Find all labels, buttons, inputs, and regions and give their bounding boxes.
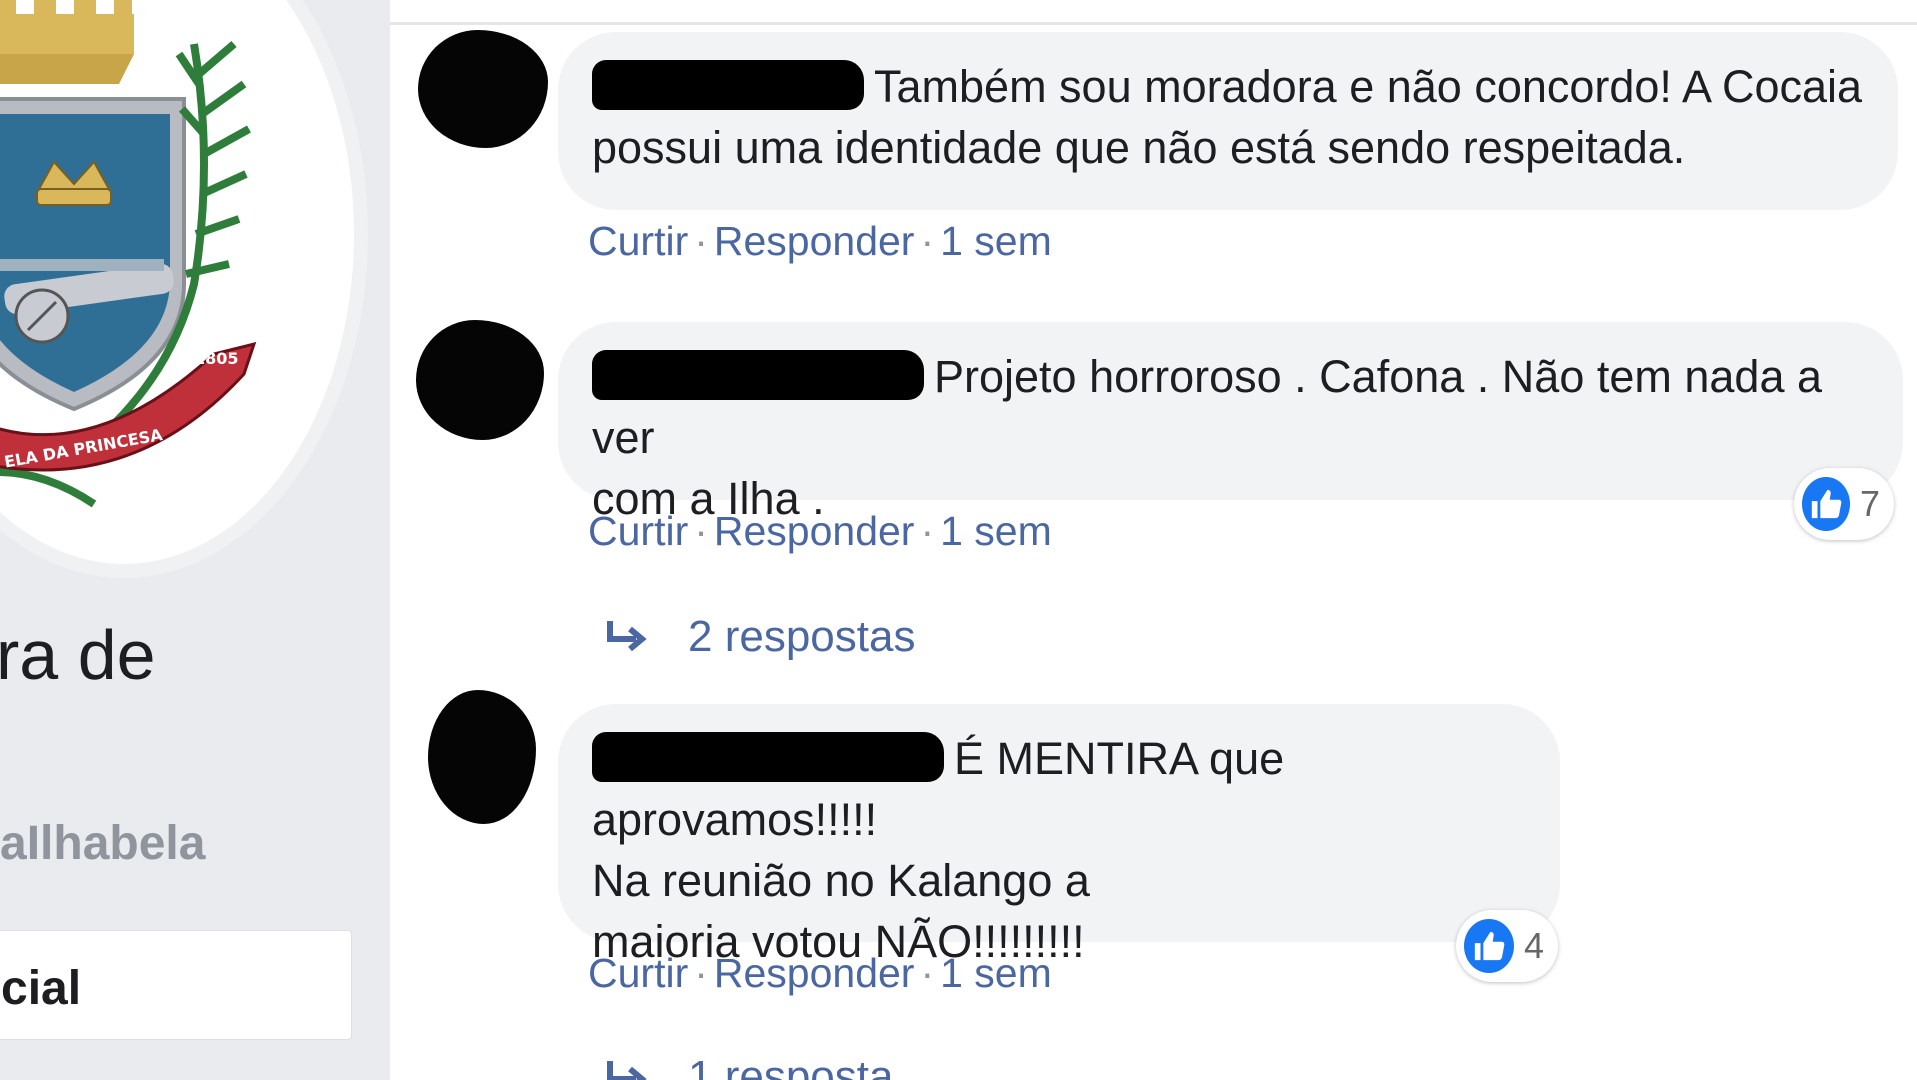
- like-icon: [1802, 477, 1850, 531]
- page-category-button[interactable]: cial: [0, 930, 352, 1040]
- reply-link[interactable]: Responder: [714, 218, 915, 264]
- redacted-commenter-name[interactable]: [592, 60, 864, 110]
- like-icon: [1464, 919, 1514, 973]
- separator: ·: [920, 508, 935, 554]
- like-link[interactable]: Curtir: [588, 950, 688, 996]
- comment-bubble: Projeto horroroso . Cafona . Não tem nad…: [558, 322, 1903, 524]
- divider: [390, 22, 1917, 25]
- comment-text: Também sou moradora e não concordo! A Co…: [874, 61, 1863, 112]
- view-replies-link[interactable]: 1 resposta: [604, 1052, 893, 1080]
- reaction-summary[interactable]: 7: [1794, 468, 1894, 540]
- crest-year: 1805: [194, 349, 239, 368]
- timestamp-link[interactable]: 1 sem: [940, 508, 1052, 554]
- profile-picture[interactable]: 1805 ELA DA PRINCESA: [0, 0, 368, 578]
- commenter-avatar[interactable]: [418, 30, 548, 148]
- like-link[interactable]: Curtir: [588, 218, 688, 264]
- replies-count-label: 1 resposta: [688, 1052, 894, 1080]
- coat-of-arms-image: 1805 ELA DA PRINCESA: [0, 0, 257, 508]
- comment-actions: Curtir · Responder · 1 sem: [588, 218, 1052, 265]
- page-category-label: cial: [1, 962, 82, 1015]
- comment-actions: Curtir · Responder · 1 sem: [588, 950, 1052, 997]
- comment-bubble: É MENTIRA que aprovamos!!!!! Na reunião …: [558, 704, 1560, 967]
- separator: ·: [694, 508, 708, 554]
- reaction-summary[interactable]: 4: [1456, 910, 1558, 982]
- comment-bubble: Também sou moradora e não concordo! A Co…: [558, 32, 1898, 210]
- reaction-count: 4: [1523, 925, 1544, 966]
- facebook-page-view: 1805 ELA DA PRINCESA ra de aIlhabela cia…: [0, 0, 1917, 1080]
- reply-arrow-icon: [607, 621, 647, 652]
- comment-actions: Curtir · Responder · 1 sem: [588, 508, 1052, 555]
- view-replies-link[interactable]: 2 respostas: [604, 612, 915, 662]
- separator: ·: [920, 218, 935, 264]
- reply-link[interactable]: Responder: [714, 950, 915, 996]
- reply-link[interactable]: Responder: [714, 508, 915, 554]
- replies-count-label: 2 respostas: [688, 612, 916, 661]
- timestamp-link[interactable]: 1 sem: [940, 950, 1052, 996]
- comment-text: Na reunião no Kalango a: [592, 855, 1090, 906]
- page-sidebar: 1805 ELA DA PRINCESA ra de aIlhabela cia…: [0, 0, 391, 1080]
- commenter-avatar[interactable]: [416, 320, 544, 440]
- separator: ·: [920, 950, 935, 996]
- page-username[interactable]: aIlhabela: [0, 816, 205, 871]
- like-link[interactable]: Curtir: [588, 508, 688, 554]
- separator: ·: [694, 950, 708, 996]
- comments-section: Também sou moradora e não concordo! A Co…: [390, 0, 1917, 1080]
- redacted-commenter-name[interactable]: [592, 732, 944, 782]
- shield-icon: [0, 97, 186, 412]
- reaction-count: 7: [1859, 483, 1880, 524]
- commenter-avatar[interactable]: [428, 690, 536, 824]
- comment-text: possui uma identidade que não está sendo…: [592, 122, 1686, 173]
- reply-arrow-icon: [607, 1061, 647, 1080]
- redacted-commenter-name[interactable]: [592, 350, 924, 400]
- page-title[interactable]: ra de: [0, 615, 156, 695]
- timestamp-link[interactable]: 1 sem: [940, 218, 1052, 264]
- separator: ·: [694, 218, 708, 264]
- crown-icon: [0, 0, 134, 84]
